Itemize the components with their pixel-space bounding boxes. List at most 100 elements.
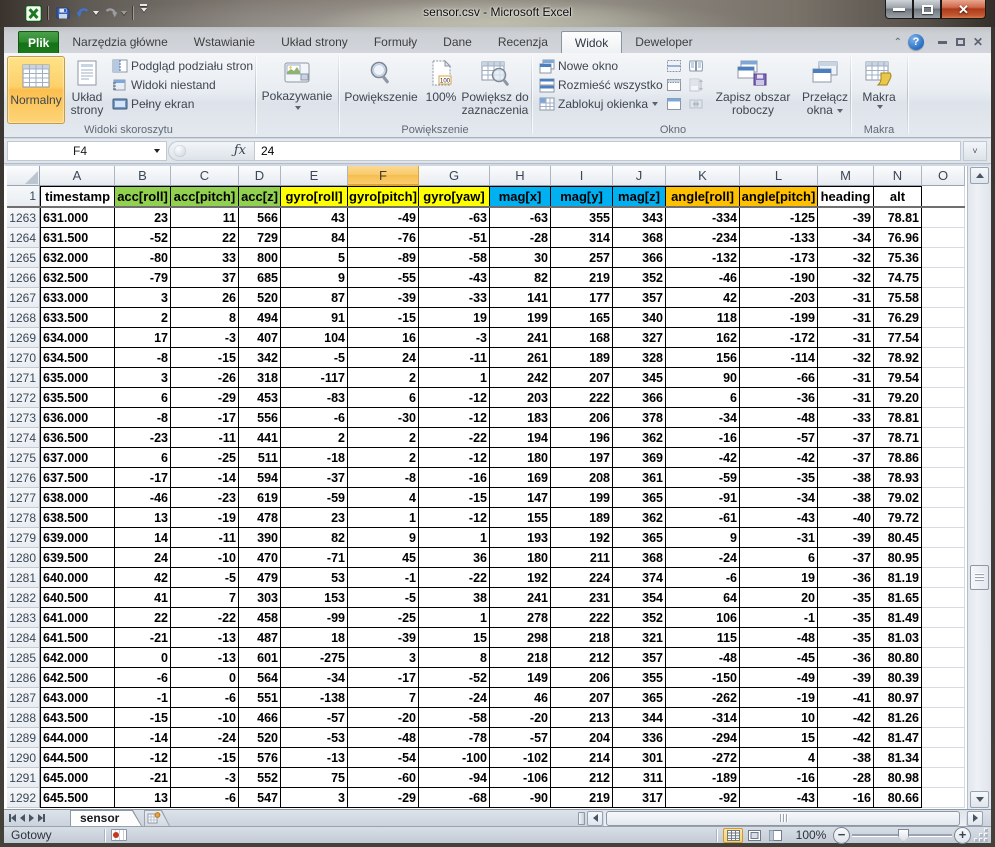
cell[interactable]: -35 [740, 468, 818, 488]
cell[interactable]: -51 [419, 228, 490, 248]
cell[interactable]: 23 [281, 508, 348, 528]
cell[interactable]: 365 [613, 528, 666, 548]
cell[interactable]: -48 [740, 628, 818, 648]
row-header-1263[interactable]: 1263 [7, 208, 40, 228]
cell[interactable]: 162 [666, 328, 740, 348]
cell[interactable]: 156 [666, 348, 740, 368]
row-header-1266[interactable]: 1266 [7, 268, 40, 288]
cell[interactable]: 0 [115, 648, 171, 668]
cell[interactable]: 231 [551, 588, 613, 608]
cell[interactable]: 633.000 [40, 288, 115, 308]
cell[interactable]: -71 [281, 548, 348, 568]
cell[interactable]: -28 [818, 768, 874, 788]
cell[interactable]: 3 [115, 288, 171, 308]
cell[interactable]: timestamp [40, 186, 115, 206]
cell[interactable]: -55 [348, 268, 419, 288]
cell[interactable]: 800 [239, 248, 281, 268]
cell[interactable]: 224 [551, 568, 613, 588]
cell[interactable]: 10 [740, 708, 818, 728]
cell[interactable]: -6 [171, 788, 239, 808]
cell[interactable]: 3 [348, 648, 419, 668]
cell[interactable]: -39 [348, 288, 419, 308]
cell[interactable]: 241 [490, 328, 551, 348]
scroll-left-button[interactable] [587, 811, 603, 826]
cell[interactable]: 9 [666, 528, 740, 548]
cell[interactable] [922, 308, 965, 328]
cell[interactable]: -58 [419, 248, 490, 268]
full-screen-button[interactable]: Pełny ekran [112, 94, 194, 113]
cell[interactable]: -39 [818, 208, 874, 228]
cell[interactable]: 87 [281, 288, 348, 308]
cell[interactable]: -13 [171, 648, 239, 668]
resize-grip[interactable] [972, 828, 988, 842]
cell[interactable]: -234 [666, 228, 740, 248]
cell[interactable]: 211 [551, 548, 613, 568]
column-header-L[interactable]: L [740, 166, 818, 186]
cell[interactable] [922, 708, 965, 728]
cell[interactable]: 212 [551, 768, 613, 788]
cell[interactable]: 180 [490, 448, 551, 468]
cell[interactable]: -36 [740, 388, 818, 408]
cell[interactable]: -58 [419, 708, 490, 728]
cell[interactable]: 75.58 [874, 288, 922, 308]
cell[interactable]: 5 [281, 248, 348, 268]
cell[interactable]: 208 [551, 468, 613, 488]
cell[interactable] [922, 748, 965, 768]
cell[interactable]: -23 [115, 428, 171, 448]
cell[interactable]: -334 [666, 208, 740, 228]
cell[interactable]: 479 [239, 568, 281, 588]
cell[interactable]: -294 [666, 728, 740, 748]
tab-view[interactable]: Widok [561, 31, 622, 53]
cell[interactable]: 15 [419, 628, 490, 648]
cell[interactable]: 81.65 [874, 588, 922, 608]
cell[interactable]: 298 [490, 628, 551, 648]
cell[interactable]: 340 [613, 308, 666, 328]
zoom-level[interactable]: 100% [789, 828, 833, 842]
cell[interactable] [922, 508, 965, 528]
cell[interactable] [922, 568, 965, 588]
cell[interactable] [922, 728, 965, 748]
cell[interactable]: -38 [818, 468, 874, 488]
cell[interactable]: -12 [419, 388, 490, 408]
cell[interactable]: 64 [666, 588, 740, 608]
tab-splitter[interactable] [578, 812, 585, 825]
cell[interactable]: -10 [171, 548, 239, 568]
cell[interactable]: -12 [115, 748, 171, 768]
cell[interactable]: 619 [239, 488, 281, 508]
cell[interactable]: -262 [666, 688, 740, 708]
cell[interactable] [922, 528, 965, 548]
cell[interactable]: 197 [551, 448, 613, 468]
cell[interactable]: 194 [490, 428, 551, 448]
cell[interactable]: 9 [348, 528, 419, 548]
macro-record-icon[interactable] [111, 829, 127, 841]
cell[interactable]: -12 [419, 408, 490, 428]
cell[interactable]: -5 [348, 588, 419, 608]
cell[interactable]: 362 [613, 428, 666, 448]
cell[interactable]: 407 [239, 328, 281, 348]
cell[interactable]: 1 [348, 508, 419, 528]
cell[interactable]: 13 [115, 788, 171, 808]
cell[interactable]: 303 [239, 588, 281, 608]
cell[interactable]: -199 [740, 308, 818, 328]
cell[interactable]: 38 [419, 588, 490, 608]
cell[interactable]: -31 [740, 528, 818, 548]
cell[interactable]: -24 [666, 548, 740, 568]
cell[interactable]: 478 [239, 508, 281, 528]
column-header-M[interactable]: M [818, 166, 874, 186]
cell[interactable]: 90 [666, 368, 740, 388]
cell[interactable] [922, 208, 965, 228]
column-header-G[interactable]: G [419, 166, 490, 186]
cell[interactable]: 180 [490, 548, 551, 568]
cell[interactable]: 78.86 [874, 448, 922, 468]
cell[interactable]: 552 [239, 768, 281, 788]
cell[interactable]: 204 [551, 728, 613, 748]
cell[interactable]: 278 [490, 608, 551, 628]
zoom-out-button[interactable]: − [833, 827, 850, 844]
cell[interactable]: -1 [115, 688, 171, 708]
cell[interactable]: 77.54 [874, 328, 922, 348]
cell[interactable]: 631.000 [40, 208, 115, 228]
cell[interactable]: 344 [613, 708, 666, 728]
cell[interactable]: 75.36 [874, 248, 922, 268]
cell[interactable]: 81.47 [874, 728, 922, 748]
page-layout-view-button[interactable]: Układstrony [66, 56, 108, 124]
